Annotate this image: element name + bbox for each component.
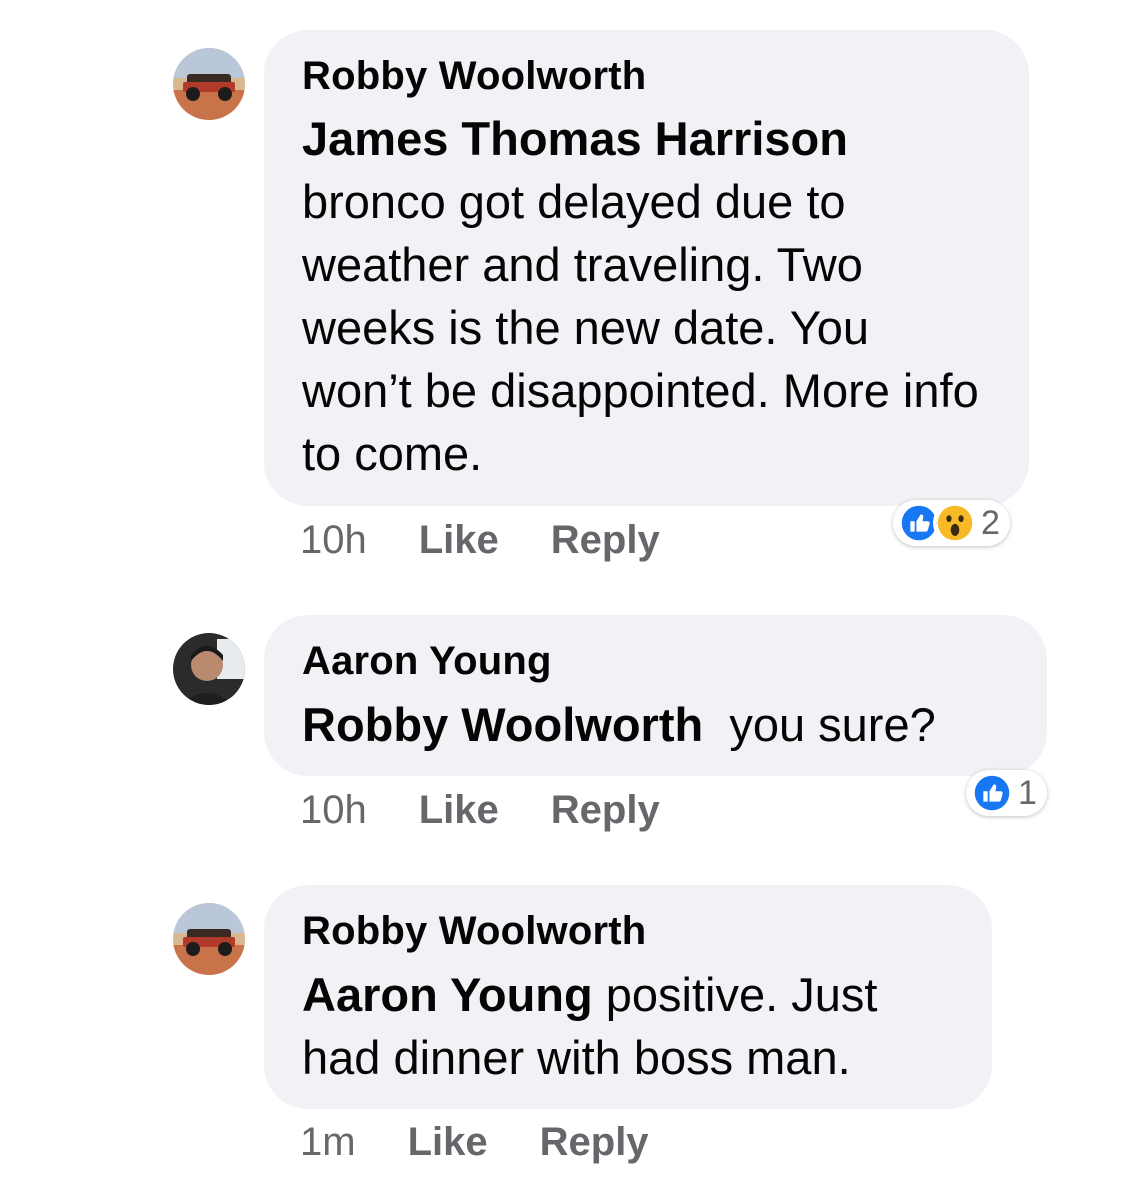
bronco-photo-icon bbox=[173, 48, 245, 120]
mention-link[interactable]: Aaron Young bbox=[302, 968, 593, 1021]
reaction-count: 1 bbox=[1018, 773, 1037, 812]
reaction-count: 2 bbox=[981, 503, 1000, 542]
comment-actions: 1m Like Reply bbox=[300, 1120, 701, 1165]
reply-button[interactable]: Reply bbox=[551, 788, 660, 833]
like-reaction-icon bbox=[970, 771, 1014, 815]
comment-text: bronco got delayed due to weather and tr… bbox=[302, 175, 979, 480]
comment-author[interactable]: Robby Woolworth bbox=[302, 52, 991, 100]
comment-bubble: Robby Woolworth Aaron Young positive. Ju… bbox=[264, 885, 992, 1109]
like-button[interactable]: Like bbox=[408, 1120, 488, 1165]
mention-link[interactable]: James Thomas Harrison bbox=[302, 112, 848, 165]
wow-reaction-icon bbox=[933, 501, 977, 545]
like-button[interactable]: Like bbox=[419, 518, 499, 563]
comment-actions: 10h Like Reply bbox=[300, 788, 712, 833]
comment-bubble: Robby Woolworth James Thomas Harrison br… bbox=[264, 30, 1029, 506]
bronco-photo-icon bbox=[173, 903, 245, 975]
timestamp[interactable]: 1m bbox=[300, 1120, 356, 1165]
avatar[interactable] bbox=[173, 633, 245, 705]
timestamp[interactable]: 10h bbox=[300, 518, 367, 563]
comment-bubble: Aaron Young Robby Woolworth you sure? bbox=[264, 615, 1047, 776]
comment-text: you sure? bbox=[729, 698, 936, 751]
comment-author[interactable]: Robby Woolworth bbox=[302, 907, 954, 955]
comment-body: Robby Woolworth you sure? bbox=[302, 693, 1009, 756]
like-button[interactable]: Like bbox=[419, 788, 499, 833]
comment-body: James Thomas Harrison bronco got delayed… bbox=[302, 107, 991, 485]
avatar[interactable] bbox=[173, 903, 245, 975]
reply-button[interactable]: Reply bbox=[551, 518, 660, 563]
user-photo-icon bbox=[173, 633, 245, 705]
reactions-summary[interactable]: 1 bbox=[966, 770, 1047, 816]
comment-actions: 10h Like Reply bbox=[300, 518, 712, 563]
comment-author[interactable]: Aaron Young bbox=[302, 637, 1009, 685]
timestamp[interactable]: 10h bbox=[300, 788, 367, 833]
mention-link[interactable]: Robby Woolworth bbox=[302, 698, 703, 751]
reply-button[interactable]: Reply bbox=[540, 1120, 649, 1165]
reactions-summary[interactable]: 2 bbox=[893, 500, 1010, 546]
avatar[interactable] bbox=[173, 48, 245, 120]
comment-body: Aaron Young positive. Just had dinner wi… bbox=[302, 963, 954, 1089]
